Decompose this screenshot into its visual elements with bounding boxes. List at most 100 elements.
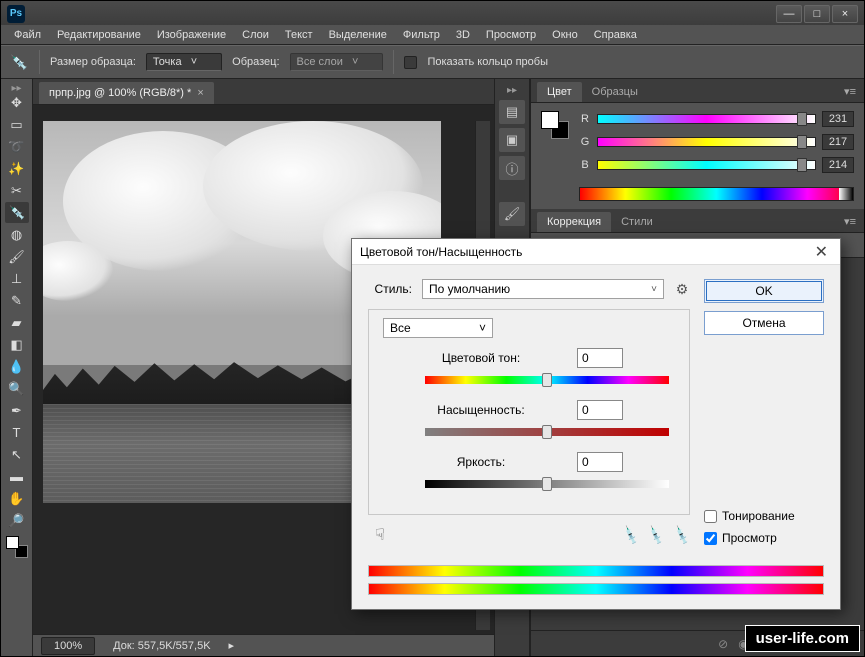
menu-view[interactable]: Просмотр xyxy=(479,27,543,43)
b-slider[interactable] xyxy=(597,160,816,170)
panel-menu-icon[interactable]: ▾≡ xyxy=(836,81,864,102)
panel-fg-swatch[interactable] xyxy=(541,111,559,129)
eyedropper-plus-icon[interactable]: 💉 xyxy=(645,524,667,546)
scrubby-hand-icon[interactable]: ☟ xyxy=(368,525,392,545)
menu-file[interactable]: Файл xyxy=(7,27,48,43)
document-tab[interactable]: прпр.jpg @ 100% (RGB/8*) * × xyxy=(39,82,214,104)
tab-color[interactable]: Цвет xyxy=(537,82,582,102)
hue-value[interactable]: 0 xyxy=(577,348,623,368)
lasso-tool[interactable]: ➰ xyxy=(5,136,29,157)
status-caret-icon[interactable]: ▸ xyxy=(229,639,235,652)
range-select[interactable]: Все˅ xyxy=(383,318,493,338)
hand-tool[interactable]: ✋ xyxy=(5,488,29,509)
window-minimize-button[interactable]: — xyxy=(776,5,802,23)
colorize-checkbox[interactable]: Тонирование xyxy=(704,509,824,523)
dock-collapse-icon[interactable]: ▸▸ xyxy=(507,85,517,96)
dialog-title: Цветовой тон/Насыщенность xyxy=(360,245,522,259)
dialog-close-icon[interactable]: ✕ xyxy=(811,242,832,262)
foreground-swatch[interactable] xyxy=(6,536,19,549)
saturation-label: Насыщенность: xyxy=(425,403,537,417)
hue-slider[interactable] xyxy=(425,376,669,384)
eyedropper-icon[interactable]: 💉 xyxy=(619,524,641,546)
style-select[interactable]: По умолчанию˅ xyxy=(422,279,664,299)
g-slider[interactable] xyxy=(597,137,816,147)
sample-size-select[interactable]: Точка ˅ xyxy=(146,53,222,71)
window-close-button[interactable]: × xyxy=(832,5,858,23)
menu-3d[interactable]: 3D xyxy=(449,27,477,43)
brush-tool[interactable]: 🖌 xyxy=(5,246,29,267)
eyedropper-minus-icon[interactable]: 💉 xyxy=(670,524,692,546)
sample-label: Образец: xyxy=(232,56,279,68)
pen-tool[interactable]: ✒ xyxy=(5,400,29,421)
sample-layers-select[interactable]: Все слои ˅ xyxy=(290,53,384,71)
menu-window[interactable]: Окно xyxy=(545,27,585,43)
show-ring-checkbox[interactable] xyxy=(404,56,417,69)
crop-tool[interactable]: ✂ xyxy=(5,180,29,201)
zoom-tool[interactable]: 🔎 xyxy=(5,510,29,531)
window-maximize-button[interactable]: □ xyxy=(804,5,830,23)
saturation-value[interactable]: 0 xyxy=(577,400,623,420)
color-spectrum[interactable] xyxy=(579,187,854,201)
history-brush-tool[interactable]: ✎ xyxy=(5,290,29,311)
brushes-panel-icon[interactable]: 🖌 xyxy=(499,202,525,226)
preview-checkbox[interactable]: Просмотр xyxy=(704,531,824,545)
tab-swatches[interactable]: Образцы xyxy=(582,82,648,102)
dodge-tool[interactable]: 🔍 xyxy=(5,378,29,399)
history-panel-icon[interactable]: ▤ xyxy=(499,100,525,124)
menu-edit[interactable]: Редактирование xyxy=(50,27,148,43)
eyedropper-tool[interactable]: 💉 xyxy=(5,202,29,223)
path-select-tool[interactable]: ↖ xyxy=(5,444,29,465)
color-swatch-pair[interactable] xyxy=(6,536,28,558)
eyedropper-icon: 💉 xyxy=(9,52,29,72)
menu-help[interactable]: Справка xyxy=(587,27,644,43)
sample-size-label: Размер образца: xyxy=(50,56,136,68)
menu-text[interactable]: Текст xyxy=(278,27,320,43)
blur-tool[interactable]: 💧 xyxy=(5,356,29,377)
move-tool[interactable]: ✥ xyxy=(5,92,29,113)
ok-button[interactable]: OK xyxy=(704,279,824,303)
tab-adjustments[interactable]: Коррекция xyxy=(537,212,611,232)
tab-styles[interactable]: Стили xyxy=(611,212,663,232)
menu-select[interactable]: Выделение xyxy=(322,27,394,43)
link-icon[interactable]: ⊘ xyxy=(718,637,728,651)
close-icon[interactable]: × xyxy=(197,87,203,99)
eraser-tool[interactable]: ▰ xyxy=(5,312,29,333)
b-value[interactable]: 214 xyxy=(822,157,854,173)
sliders-group: Все˅ Цветовой тон: 0 Насыщенность: 0 Ярк… xyxy=(368,309,690,515)
title-bar: Ps — □ × xyxy=(1,1,864,27)
menu-filter[interactable]: Фильтр xyxy=(396,27,447,43)
magic-wand-tool[interactable]: ✨ xyxy=(5,158,29,179)
dialog-titlebar[interactable]: Цветовой тон/Насыщенность ✕ xyxy=(352,239,840,265)
type-tool[interactable]: T xyxy=(5,422,29,443)
stamp-tool[interactable]: ⊥ xyxy=(5,268,29,289)
r-value[interactable]: 231 xyxy=(822,111,854,127)
g-value[interactable]: 217 xyxy=(822,134,854,150)
gear-icon[interactable]: ⚙ xyxy=(674,281,690,297)
marquee-tool[interactable]: ▭ xyxy=(5,114,29,135)
zoom-field[interactable]: 100% xyxy=(41,637,95,655)
r-label: R xyxy=(579,113,591,125)
ps-logo-icon: Ps xyxy=(7,5,25,23)
healing-brush-tool[interactable]: ◍ xyxy=(5,224,29,245)
info-panel-icon[interactable]: ⓘ xyxy=(499,156,525,180)
lightness-value[interactable]: 0 xyxy=(577,452,623,472)
document-tab-label: прпр.jpg @ 100% (RGB/8*) * xyxy=(49,87,191,99)
menu-layers[interactable]: Слои xyxy=(235,27,276,43)
toolbox-collapse-icon[interactable]: ▸▸ xyxy=(5,83,29,91)
panel-swatch-pair[interactable] xyxy=(541,111,569,139)
panel-menu-icon[interactable]: ▾≡ xyxy=(836,211,864,232)
cancel-button[interactable]: Отмена xyxy=(704,311,824,335)
gradient-tool[interactable]: ◧ xyxy=(5,334,29,355)
r-slider[interactable] xyxy=(597,114,816,124)
doc-size-label: Док: 557,5K/557,5K xyxy=(113,640,210,652)
hue-bar-before xyxy=(368,565,824,577)
status-bar: 100% Док: 557,5K/557,5K ▸ xyxy=(33,634,494,656)
shape-tool[interactable]: ▬ xyxy=(5,466,29,487)
menu-image[interactable]: Изображение xyxy=(150,27,233,43)
watermark: user-life.com xyxy=(745,625,860,652)
lightness-slider[interactable] xyxy=(425,480,669,488)
properties-panel-icon[interactable]: ▣ xyxy=(499,128,525,152)
toolbox: ▸▸ ✥ ▭ ➰ ✨ ✂ 💉 ◍ 🖌 ⊥ ✎ ▰ ◧ 💧 🔍 ✒ T ↖ ▬ ✋… xyxy=(1,79,33,656)
menu-bar: Файл Редактирование Изображение Слои Тек… xyxy=(1,25,864,45)
saturation-slider[interactable] xyxy=(425,428,669,436)
